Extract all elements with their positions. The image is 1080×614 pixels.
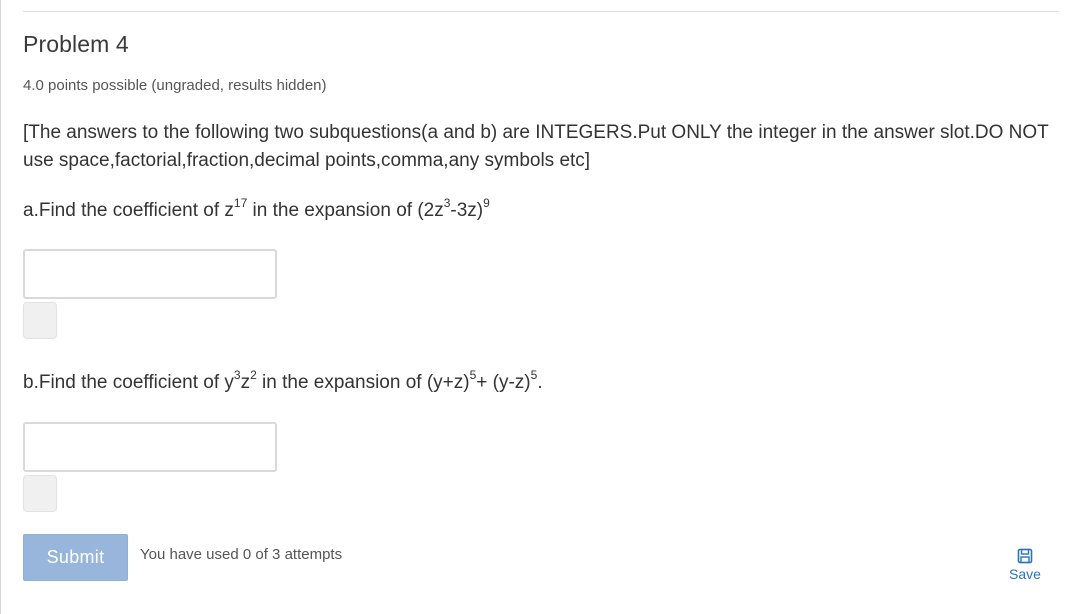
question-a-text: -3z)	[450, 200, 484, 221]
answer-b-input[interactable]	[23, 422, 277, 472]
question-b-exponent: 5	[469, 367, 477, 382]
attempts-counter: You have used 0 of 3 attempts	[140, 546, 343, 563]
top-divider	[23, 11, 1059, 12]
question-b-exponent: 3	[233, 367, 241, 382]
question-a-exponent: 9	[483, 195, 490, 210]
question-a-text: a.Find the coefficient of z	[23, 200, 234, 221]
question-b-text: in the expansion of (y+z)	[256, 372, 470, 393]
question-a: a.Find the coefficient of z17 in the exp…	[23, 197, 490, 222]
question-b-text: z	[240, 372, 251, 393]
floppy-disk-icon	[1017, 548, 1033, 564]
answer-a-status-indicator	[23, 302, 57, 339]
save-button[interactable]: Save	[1003, 548, 1047, 588]
question-b-text: b.Find the coefficient of y	[23, 372, 234, 393]
question-b-text: + (y-z)	[476, 372, 531, 393]
answer-b-status-indicator	[23, 475, 57, 512]
question-b: b.Find the coefficient of y3z2 in the ex…	[23, 369, 543, 394]
points-info: 4.0 points possible (ungraded, results h…	[23, 77, 327, 94]
question-a-exponent: 17	[233, 195, 248, 210]
question-b-exponent: 5	[530, 367, 538, 382]
question-b-text: .	[537, 372, 543, 393]
save-label: Save	[1009, 566, 1041, 582]
instructions-text: [The answers to the following two subque…	[23, 122, 1049, 171]
submit-button[interactable]: Submit	[23, 534, 128, 581]
problem-title: Problem 4	[23, 31, 129, 57]
question-b-exponent: 2	[250, 367, 257, 382]
question-a-exponent: 3	[443, 195, 451, 210]
answer-a-input[interactable]	[23, 249, 277, 299]
question-a-text: in the expansion of (2z	[247, 200, 444, 221]
